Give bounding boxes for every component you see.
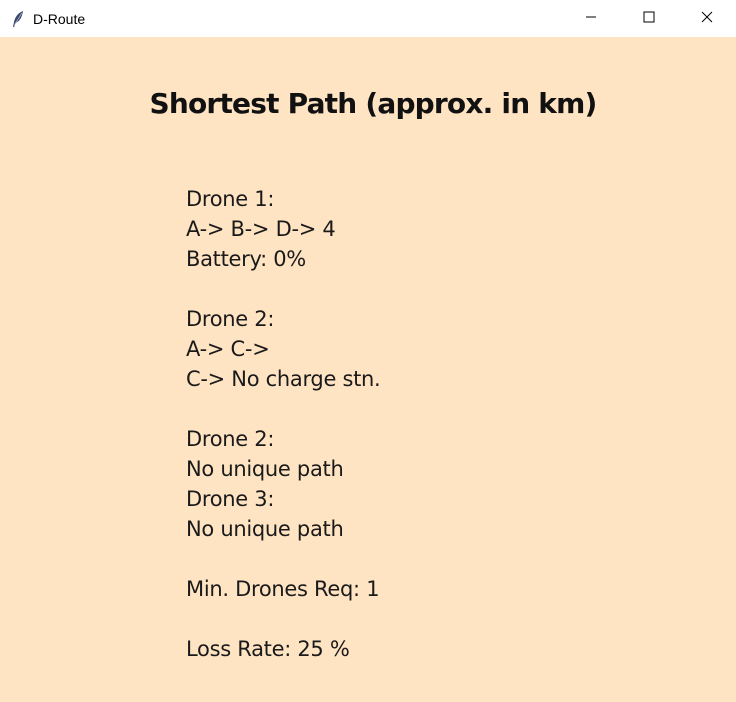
result-line: Drone 2:: [186, 427, 275, 451]
window-controls: [562, 0, 736, 37]
result-line: A-> C->: [186, 337, 270, 361]
result-line: [186, 274, 380, 304]
result-line: Min. Drones Req: 1: [186, 577, 380, 601]
result-line: [186, 544, 380, 574]
result-line: [186, 394, 380, 424]
minimize-icon: [585, 10, 597, 28]
result-line: [186, 604, 380, 634]
result-line: Drone 1:: [186, 187, 275, 211]
close-button[interactable]: [678, 0, 736, 37]
main-content: Shortest Path (approx. in km) Drone 1: A…: [0, 37, 736, 702]
result-line: Loss Rate: 25 %: [186, 637, 350, 661]
result-line: C-> No charge stn.: [186, 367, 381, 391]
result-line: Drone 2:: [186, 307, 275, 331]
minimize-button[interactable]: [562, 0, 620, 37]
result-line: Battery: 0%: [186, 247, 306, 271]
results-panel: Drone 1: A-> B-> D-> 4 Battery: 0% Drone…: [186, 184, 381, 664]
close-icon: [701, 10, 713, 28]
title-bar[interactable]: D-Route: [0, 0, 736, 37]
result-line: Drone 3:: [186, 487, 275, 511]
maximize-button[interactable]: [620, 0, 678, 37]
result-line: No unique path: [186, 517, 344, 541]
page-title: Shortest Path (approx. in km): [149, 87, 598, 120]
app-window: D-Route Shortest Path (approx. in km) Dr…: [0, 0, 736, 702]
window-title: D-Route: [33, 10, 86, 27]
result-line: A-> B-> D-> 4: [186, 217, 336, 241]
feather-icon: [10, 10, 26, 28]
maximize-icon: [643, 10, 655, 28]
result-line: No unique path: [186, 457, 344, 481]
